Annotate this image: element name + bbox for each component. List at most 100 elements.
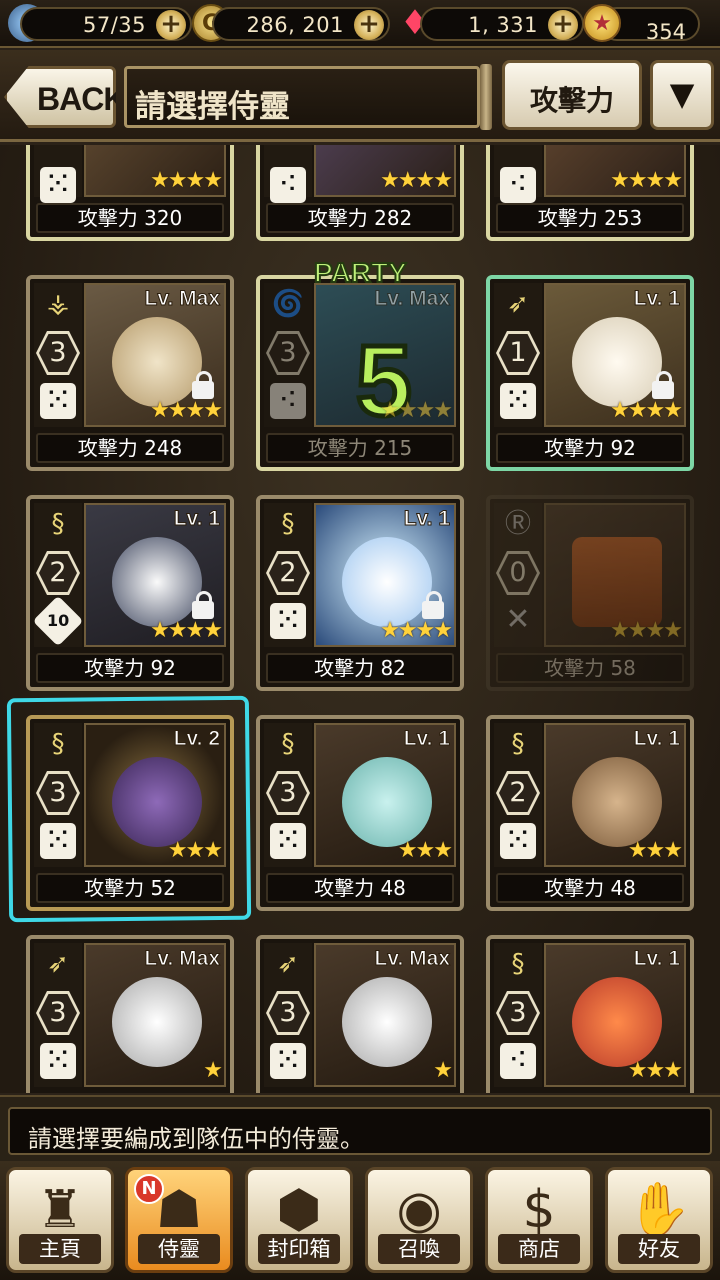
spirit-art	[572, 317, 662, 407]
rarity-stars: ★	[203, 1058, 223, 1083]
spirit-card[interactable]: ⚶ 3 ⁙ Lv. Max ★★★★ 攻擊力 248	[26, 275, 234, 471]
spirit-card[interactable]: ➶ 1 ⁙ Lv. 1 ★★★★ 攻擊力 92	[486, 275, 694, 471]
spirit-card[interactable]: Ⓡ 0 ✕ ★★★★ 攻擊力 58	[486, 495, 694, 691]
level-label: Lv. 1	[633, 287, 680, 311]
stars-value: 354	[645, 20, 686, 44]
page-title-box: 請選擇侍靈	[124, 66, 480, 128]
nav-spirits[interactable]: ☗ N 侍靈	[125, 1167, 233, 1273]
keys-counter: 57/35 +	[20, 7, 192, 41]
nav-friends[interactable]: ✋ 好友	[605, 1167, 713, 1273]
nav-label: 召喚	[378, 1234, 460, 1264]
spirit-art	[342, 977, 432, 1067]
bow-class-icon: ➶	[507, 289, 529, 319]
chevron-down-icon: ▼	[669, 75, 695, 113]
card-side-panel: § 3 ⁖	[494, 943, 542, 1087]
dice-icon: ⁖	[500, 1043, 536, 1079]
attack-power: 攻擊力 248	[36, 433, 224, 463]
swirl-class-icon: §	[511, 949, 525, 979]
add-keys-button[interactable]: +	[156, 10, 186, 40]
spirit-card[interactable]: § 3 ⁖ Lv. 1 ★★★	[486, 935, 694, 1093]
spirit-card[interactable]: ⁖ 4 ★★★★ 攻擊力 253	[486, 145, 694, 241]
spirit-art	[112, 537, 202, 627]
lock-icon	[192, 371, 214, 399]
card-side-panel: ⁖	[494, 145, 542, 203]
card-side-panel: Ⓡ 0 ✕	[494, 503, 542, 647]
spirit-card[interactable]: ⁖ 3 ★★★★ 攻擊力 282	[256, 145, 464, 241]
rank-badge: 3	[36, 331, 80, 375]
nav-label: 主頁	[19, 1234, 101, 1264]
add-gold-button[interactable]: +	[354, 10, 384, 40]
tornado-class-icon: 🌀	[271, 289, 305, 319]
level-label: Lv. Max	[374, 947, 450, 971]
rarity-stars: ★★★★	[380, 398, 453, 423]
add-gems-button[interactable]: +	[548, 10, 578, 40]
spirit-card[interactable]: 🌀 3 ⁖ Lv. Max 5 ★★★★ 攻擊力 215 PARTY	[256, 256, 464, 471]
spirit-card[interactable]: § 2 10 Lv. 1 ★★★★ 攻擊力 92	[26, 495, 234, 691]
attack-power: 攻擊力 48	[266, 873, 454, 903]
swirl-class-icon: §	[281, 729, 295, 759]
spirit-card[interactable]: § 2 ⁙ Lv. 1 ★★★★ 攻擊力 82	[256, 495, 464, 691]
level-label: Lv. 1	[633, 947, 680, 971]
card-side-panel: ➶ 3 ⁙	[264, 943, 312, 1087]
dice-icon: ⁙	[40, 1043, 76, 1079]
spirit-card[interactable]: ➶ 3 ⁙ Lv. Max ★	[26, 935, 234, 1093]
rarity-stars: ★★★★	[150, 168, 223, 193]
spirit-card[interactable]: ⁙ 2 ★★★★ 攻擊力 320	[26, 145, 234, 241]
page-header: BACK 請選擇侍靈 攻擊力 ▼	[0, 50, 720, 142]
dice-icon: ⁙	[500, 823, 536, 859]
nav-summon[interactable]: ◉ 召喚	[365, 1167, 473, 1273]
rarity-stars: ★★★★	[610, 398, 683, 423]
level-label: Lv. 1	[403, 507, 450, 531]
nav-label: 好友	[618, 1234, 700, 1264]
bow-class-icon: ➶	[277, 949, 299, 979]
spirit-portrait: 3 ★★★★	[314, 145, 456, 197]
level-label: Lv. 1	[173, 507, 220, 531]
level-label: Lv. 1	[633, 727, 680, 751]
nav-label: 封印箱	[258, 1234, 340, 1264]
sort-order-dropdown[interactable]: ▼	[650, 60, 714, 130]
lock-icon	[652, 371, 674, 399]
card-side-panel: ⁖	[264, 145, 312, 203]
spirit-art	[572, 977, 662, 1067]
gold-value: 286, 201	[246, 13, 344, 37]
spirit-grid[interactable]: ⁙ 2 ★★★★ 攻擊力 320 ⁖ 3 ★★★★ 攻擊力 282 ⁖ 4 ★★…	[0, 145, 720, 1093]
nav-seal-box[interactable]: ⬢ 封印箱	[245, 1167, 353, 1273]
no-dice-icon: ✕	[505, 602, 531, 637]
card-side-panel: § 2 10	[32, 503, 84, 647]
spirit-portrait: 2 ★★★★	[84, 145, 226, 197]
r-class-icon: Ⓡ	[504, 509, 531, 539]
keys-value: 57/35	[82, 13, 146, 37]
gems-value: 1, 331	[468, 13, 538, 37]
rank-badge: 3	[266, 771, 310, 815]
spirit-portrait: Lv. 1 ★★★★	[544, 283, 686, 427]
selection-highlight	[6, 695, 252, 923]
spirit-card[interactable]: § 3 ⁙ Lv. 1 ★★★ 攻擊力 48	[256, 715, 464, 911]
gems-counter: 1, 331 +	[420, 7, 584, 41]
message-bar: 請選擇要編成到隊伍中的侍靈。	[0, 1095, 720, 1161]
spirit-portrait: Lv. 1 ★★★★	[314, 503, 456, 647]
rank-badge: 0	[496, 551, 540, 595]
nav-home[interactable]: ♜ 主頁	[6, 1167, 114, 1273]
rank-badge: 3	[36, 991, 80, 1035]
rank-badge: 3	[266, 991, 310, 1035]
spirit-portrait: Lv. 1 ★★★★	[84, 503, 226, 647]
spirit-portrait: Lv. Max ★	[84, 943, 226, 1087]
gold-counter: 286, 201 +	[212, 7, 390, 41]
dice-icon: ⁙	[40, 383, 76, 419]
rarity-stars: ★★★	[627, 1058, 683, 1083]
rarity-stars: ★★★★	[610, 168, 683, 193]
sort-button[interactable]: 攻擊力	[502, 60, 642, 130]
nav-shop[interactable]: $ 商店	[485, 1167, 593, 1273]
attack-power: 攻擊力 282	[266, 203, 454, 233]
back-button[interactable]: BACK	[4, 66, 116, 128]
spirit-card[interactable]: § 2 ⁙ Lv. 1 ★★★ 攻擊力 48	[486, 715, 694, 911]
spirit-card[interactable]: ➶ 3 ⁙ Lv. Max ★	[256, 935, 464, 1093]
rarity-stars: ★★★★	[380, 168, 453, 193]
nav-label: 侍靈	[138, 1234, 220, 1264]
card-side-panel: ➶ 1 ⁙	[494, 283, 542, 427]
attack-power: 攻擊力 253	[496, 203, 684, 233]
message-text: 請選擇要編成到隊伍中的侍靈。	[28, 1125, 364, 1153]
spirit-portrait: 4 ★★★★	[544, 145, 686, 197]
level-label: Lv. Max	[144, 287, 220, 311]
dice-icon: ⁙	[270, 603, 306, 639]
